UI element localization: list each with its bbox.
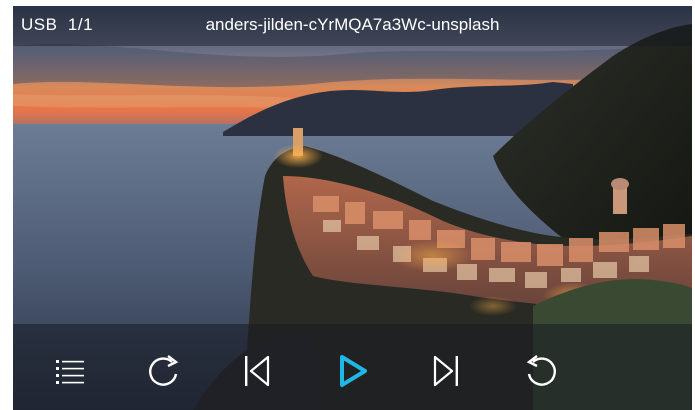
play-icon <box>340 355 367 387</box>
previous-button[interactable] <box>235 349 279 393</box>
skip-next-icon <box>433 355 458 387</box>
rotate-button[interactable] <box>142 349 186 393</box>
playback-control-bar <box>13 324 692 410</box>
image-viewer: USB 1/1 anders-jilden-cYrMQA7a3Wc-unspla… <box>13 6 692 410</box>
rotate-back-button[interactable] <box>519 349 563 393</box>
list-icon <box>56 360 84 384</box>
play-button[interactable] <box>331 349 375 393</box>
image-filename: anders-jilden-cYrMQA7a3Wc-unsplash <box>205 15 500 34</box>
playlist-button[interactable] <box>48 349 92 393</box>
rotate-counterclockwise-icon <box>526 355 556 386</box>
skip-previous-icon <box>245 355 270 387</box>
next-button[interactable] <box>424 349 468 393</box>
rotate-clockwise-icon <box>149 355 179 386</box>
top-info-bar: USB 1/1 anders-jilden-cYrMQA7a3Wc-unspla… <box>13 6 692 46</box>
